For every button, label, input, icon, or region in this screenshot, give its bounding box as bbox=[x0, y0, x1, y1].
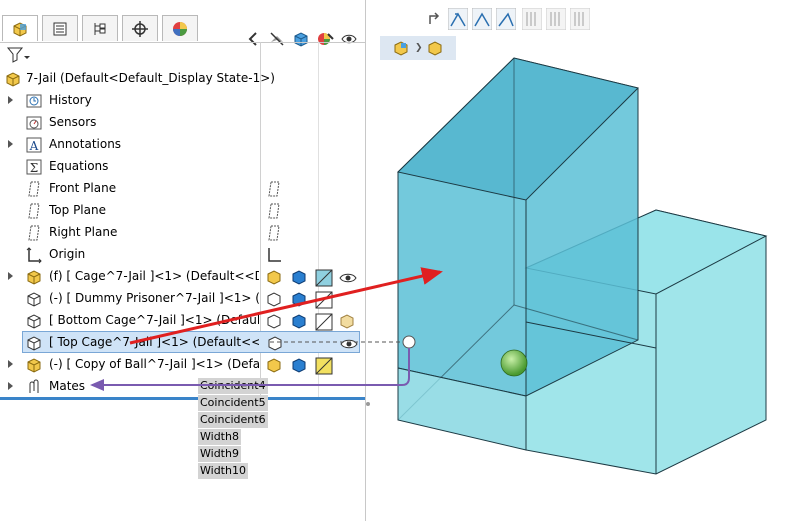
configuration-manager-icon bbox=[94, 22, 106, 35]
tree-item-top-plane[interactable]: Top Plane bbox=[0, 200, 365, 222]
plane-icon bbox=[28, 181, 40, 197]
tree-item-cage[interactable]: (f) [ Cage^7-Jail ]<1> (Default<<Default bbox=[0, 266, 365, 288]
plane-icon bbox=[28, 225, 40, 241]
expand-arrow-icon[interactable] bbox=[8, 360, 13, 368]
assembly-icon bbox=[6, 72, 20, 87]
expand-arrow-icon[interactable] bbox=[8, 382, 13, 390]
assembly-icon bbox=[267, 358, 281, 373]
part-icon bbox=[27, 336, 41, 351]
mate-item[interactable]: Coincident5 bbox=[198, 395, 268, 411]
property-manager-icon bbox=[53, 22, 67, 35]
tree-item-label: Front Plane bbox=[49, 181, 117, 195]
history-icon bbox=[26, 94, 42, 108]
part-icon bbox=[267, 292, 281, 307]
feature-manager-panel: 7-Jail (Default<Default_Display State-1>… bbox=[0, 0, 370, 521]
tree-item-equations[interactable]: Σ Equations bbox=[0, 156, 365, 178]
expand-arrow-icon[interactable] bbox=[8, 272, 13, 280]
tree-item-bottom-cage[interactable]: [ Bottom Cage^7-Jail ]<1> (Default<<D bbox=[0, 310, 365, 332]
mates-icon bbox=[29, 379, 39, 393]
annotations-icon: A bbox=[26, 137, 42, 153]
assembly-icon bbox=[340, 314, 354, 329]
display-state-icon[interactable] bbox=[291, 269, 307, 285]
tree-root[interactable]: 7-Jail (Default<Default_Display State-1>… bbox=[0, 68, 275, 90]
eye-icon[interactable] bbox=[338, 268, 358, 286]
tree-item-label: Equations bbox=[49, 159, 109, 173]
display-state-icon[interactable] bbox=[291, 357, 307, 373]
display-manager-icon bbox=[173, 21, 187, 36]
tree-item-dummy-prisoner[interactable]: (-) [ Dummy Prisoner^7-Jail ]<1> (Defau bbox=[0, 288, 365, 310]
tab-configuration-manager[interactable] bbox=[82, 15, 118, 41]
tree-item-front-plane[interactable]: Front Plane bbox=[0, 178, 365, 200]
tree-root-label: 7-Jail (Default<Default_Display State-1>… bbox=[26, 71, 275, 85]
tree-item-history[interactable]: History bbox=[0, 90, 365, 112]
mate-item[interactable]: Coincident4 bbox=[198, 378, 268, 394]
plane-icon bbox=[268, 225, 280, 241]
ball-shape[interactable] bbox=[500, 349, 528, 377]
tree-item-label: History bbox=[49, 93, 92, 107]
filter-icon[interactable] bbox=[6, 46, 30, 64]
tree-item-right-plane[interactable]: Right Plane bbox=[0, 222, 365, 244]
svg-text:Σ: Σ bbox=[30, 161, 38, 175]
appearance-swatch-icon[interactable] bbox=[314, 312, 334, 332]
feature-manager-icon bbox=[13, 21, 27, 37]
tree-item-label: (-) [ Dummy Prisoner^7-Jail ]<1> (Defau bbox=[49, 291, 259, 305]
part-icon bbox=[267, 314, 281, 329]
expand-arrow-icon[interactable] bbox=[8, 96, 13, 104]
manager-tab-bar bbox=[0, 12, 365, 47]
equations-icon: Σ bbox=[26, 159, 42, 175]
display-state-icon[interactable] bbox=[291, 291, 307, 307]
model-viewport[interactable] bbox=[366, 0, 796, 521]
appearance-swatch-icon[interactable] bbox=[314, 356, 334, 376]
mate-item[interactable]: Coincident6 bbox=[198, 412, 268, 428]
eye-icon[interactable] bbox=[339, 334, 359, 352]
tree-item-label: Sensors bbox=[49, 115, 97, 129]
sensors-icon bbox=[26, 116, 42, 130]
part-icon bbox=[268, 336, 282, 351]
part-icon bbox=[27, 314, 41, 329]
part-icon bbox=[27, 292, 41, 307]
mate-item[interactable]: Width9 bbox=[198, 446, 241, 462]
tree-item-label: Annotations bbox=[49, 137, 122, 151]
plane-icon bbox=[268, 203, 280, 219]
tab-feature-manager[interactable] bbox=[2, 15, 38, 41]
tree-bottom-bar bbox=[0, 397, 365, 400]
assembly-icon bbox=[27, 270, 41, 285]
filter-row bbox=[0, 42, 365, 67]
tree-item-label: [ Bottom Cage^7-Jail ]<1> (Default<<D bbox=[49, 313, 259, 327]
graphics-area[interactable]: ❯ bbox=[366, 0, 796, 521]
tree-item-top-cage[interactable]: [ Top Cage^7-Jail ]<1> (Default<<Defau bbox=[22, 331, 360, 353]
tree-item-copy-of-ball[interactable]: (-) [ Copy of Ball^7-Jail ]<1> (Default<… bbox=[0, 354, 365, 376]
tree-item-label: Right Plane bbox=[49, 225, 118, 239]
tree-item-sensors[interactable]: Sensors bbox=[0, 112, 365, 134]
tree-item-label: [ Top Cage^7-Jail ]<1> (Default<<Defau bbox=[49, 335, 259, 349]
mate-item[interactable]: Width8 bbox=[198, 429, 241, 445]
appearance-swatch-icon[interactable] bbox=[314, 290, 334, 310]
plane-icon bbox=[28, 203, 40, 219]
plane-icon bbox=[268, 181, 280, 197]
tree-item-label: (f) [ Cage^7-Jail ]<1> (Default<<Default bbox=[49, 269, 259, 283]
tree-item-label: Origin bbox=[49, 247, 86, 261]
tab-property-manager[interactable] bbox=[42, 15, 78, 41]
assembly-icon bbox=[267, 270, 281, 285]
tree-item-mates[interactable]: Mates bbox=[0, 376, 365, 398]
expand-arrow-icon[interactable] bbox=[8, 140, 13, 148]
origin-icon bbox=[26, 247, 42, 264]
assembly-icon bbox=[27, 358, 41, 373]
appearance-swatch-icon[interactable] bbox=[314, 268, 334, 288]
tree-item-annotations[interactable]: A Annotations bbox=[0, 134, 365, 156]
tree-item-label: (-) [ Copy of Ball^7-Jail ]<1> (Default<… bbox=[49, 357, 259, 371]
origin-icon bbox=[268, 248, 281, 262]
svg-text:A: A bbox=[29, 139, 39, 153]
tab-display-manager[interactable] bbox=[162, 15, 198, 41]
tree-item-origin[interactable]: Origin bbox=[0, 244, 365, 266]
tab-dimxpert-manager[interactable] bbox=[122, 15, 158, 41]
crosshair-icon bbox=[132, 20, 148, 37]
display-state-icon[interactable] bbox=[291, 313, 307, 329]
mate-item[interactable]: Width10 bbox=[198, 463, 248, 479]
tree-item-label: Top Plane bbox=[49, 203, 106, 217]
